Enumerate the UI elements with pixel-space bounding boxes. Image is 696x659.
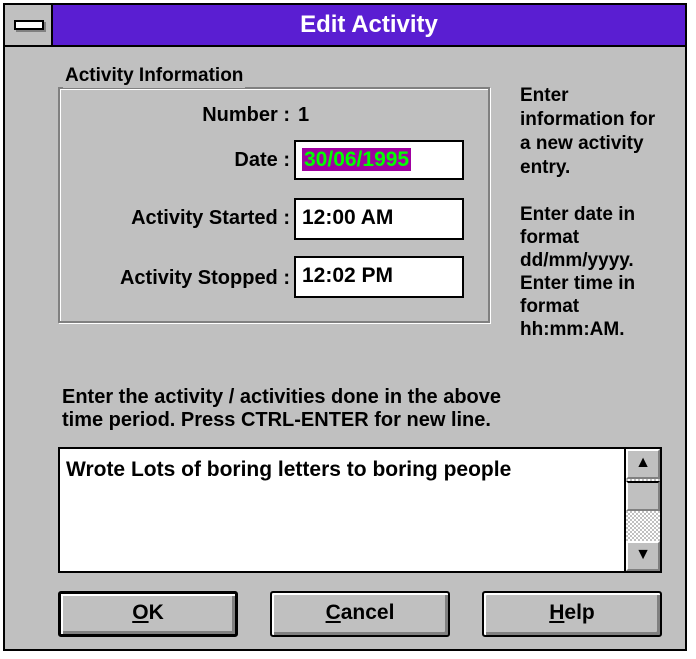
help-line: a new activity [520,133,644,154]
cancel-mnemonic: C [325,601,341,624]
arrow-down-icon[interactable]: ▼ [626,541,660,571]
help-mnemonic: H [549,601,565,624]
date-field[interactable]: 30/06/1995 [294,140,464,180]
number-label: Number : [202,104,290,126]
help-line: Enter time in [520,273,636,294]
activity-stopped-value: 12:02 PM [302,264,394,287]
title-bar: Edit Activity [5,5,685,47]
instructions-line: Enter the activity / activities done in … [62,386,502,408]
activity-started-field[interactable]: 12:00 AM [294,198,464,240]
activity-started-value: 12:00 AM [302,206,394,229]
ok-mnemonic: O [132,601,149,624]
help-line: Enter date in [520,204,636,225]
ok-button[interactable]: OK [58,591,238,637]
date-value: 30/06/1995 [302,148,412,171]
help-line: format [520,227,580,248]
cancel-label-rest: ancel [340,601,395,624]
activity-stopped-label: Activity Stopped : [119,267,290,289]
ok-label-rest: K [148,601,164,624]
memo-text: Wrote Lots of boring letters to boring p… [66,458,512,481]
help-line: hh:mm:AM. [520,319,625,340]
system-menu-icon[interactable] [5,5,53,45]
help-line: Enter [520,85,569,106]
activity-memo[interactable]: Wrote Lots of boring letters to boring p… [58,447,662,573]
memo-scrollbar[interactable]: ▲ ▼ [624,449,660,571]
scroll-thumb[interactable] [626,481,660,511]
activity-started-label: Activity Started : [131,207,290,229]
help-label-rest: elp [564,601,595,624]
help-line: information for [520,109,656,130]
group-label: Activity Information [63,64,246,88]
cancel-button[interactable]: Cancel [270,591,450,637]
instructions-line: time period. Press CTRL-ENTER for new li… [62,409,491,431]
help-text-format: Enter date in format dd/mm/yyyy. Enter t… [520,203,680,341]
number-value: 1 [298,104,310,126]
help-line: entry. [520,157,571,178]
date-label: Date : [234,149,290,171]
instructions-text: Enter the activity / activities done in … [62,386,662,432]
arrow-up-icon[interactable]: ▲ [626,449,660,479]
help-line: format [520,296,580,317]
activity-stopped-field[interactable]: 12:02 PM [294,256,464,298]
help-line: dd/mm/yyyy. [520,250,634,271]
help-button[interactable]: Help [482,591,662,637]
window-title: Edit Activity [300,11,438,38]
help-text-entry: Enter information for a new activity ent… [520,84,680,180]
